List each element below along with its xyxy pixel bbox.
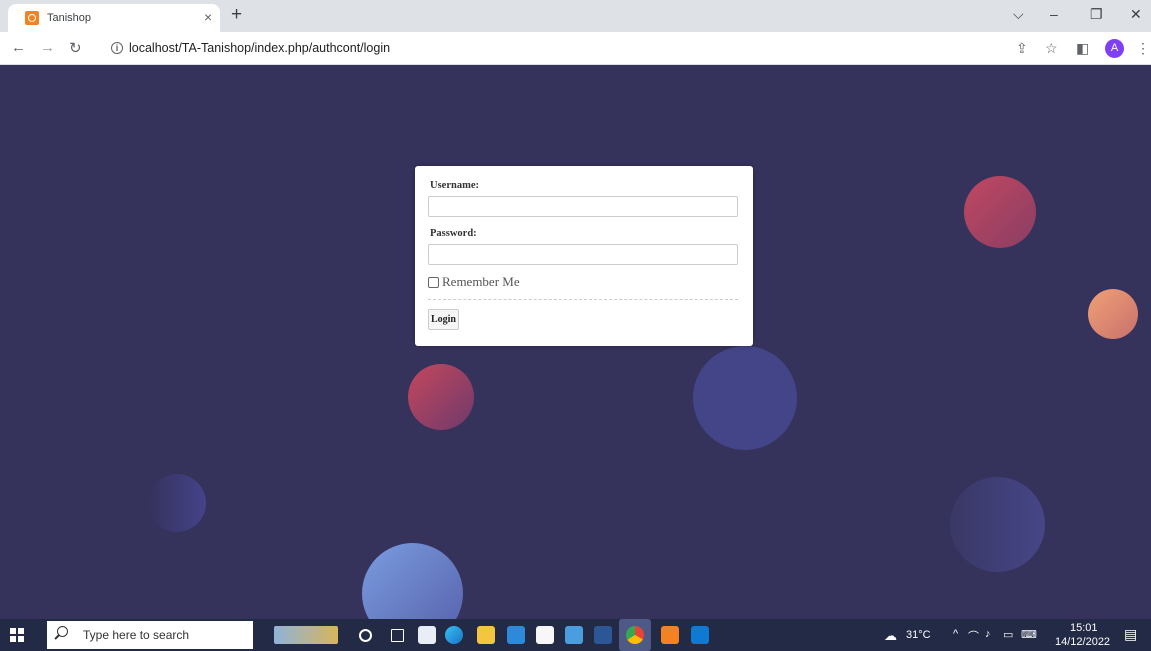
tab-search-icon[interactable]: ⌵ — [1013, 6, 1024, 23]
reload-icon[interactable]: ↻ — [69, 39, 82, 57]
browser-toolbar: ← → ↻ i localhost/TA-Tanishop/index.php/… — [0, 32, 1151, 65]
word-icon[interactable] — [594, 626, 612, 644]
close-window-button[interactable]: ✕ — [1130, 6, 1142, 23]
taskbar-search-placeholder[interactable]: Type here to search — [83, 628, 189, 642]
url-text[interactable]: localhost/TA-Tanishop/index.php/authcont… — [129, 41, 390, 55]
profile-avatar[interactable]: A — [1105, 39, 1124, 58]
windows-start-icon[interactable] — [10, 628, 24, 642]
cortana-icon[interactable] — [359, 629, 372, 642]
tab-close-icon[interactable]: × — [204, 9, 212, 25]
menu-dots-icon[interactable]: ⋮ — [1136, 40, 1150, 57]
keyboard-icon[interactable]: ⌨ — [1021, 628, 1037, 641]
windows-taskbar: Type here to search ☁ 31°C ^ ⌒ ♪ ▭ ⌨ 15:… — [0, 619, 1151, 651]
login-button[interactable]: Login — [428, 309, 459, 330]
clock-date[interactable]: 14/12/2022 — [1055, 636, 1110, 648]
decorative-circle — [950, 477, 1045, 572]
decorative-circle — [964, 176, 1036, 248]
xampp-icon[interactable] — [661, 626, 679, 644]
decorative-circle — [1088, 289, 1138, 339]
restore-button[interactable]: ❐ — [1090, 6, 1103, 23]
search-highlight-icon[interactable] — [274, 626, 338, 644]
tab-title: Tanishop — [47, 12, 92, 24]
username-label: Username: — [430, 180, 479, 191]
clock-time[interactable]: 15:01 — [1070, 622, 1098, 634]
chrome-active-slot[interactable] — [619, 619, 651, 651]
wifi-icon[interactable]: ⌒ — [968, 628, 979, 644]
browser-tab-strip: Tanishop × + ⌵ – ❐ ✕ — [0, 0, 1151, 32]
decorative-circle — [148, 474, 206, 532]
username-input[interactable] — [428, 196, 738, 217]
password-label: Password: — [430, 228, 477, 239]
remember-me-checkbox[interactable] — [428, 276, 439, 288]
remember-me-row[interactable]: Remember Me — [428, 274, 520, 290]
vscode-icon[interactable] — [691, 626, 709, 644]
weather-cloud-icon[interactable]: ☁ — [884, 628, 897, 644]
remember-me-label[interactable]: Remember Me — [442, 274, 520, 290]
password-input[interactable] — [428, 244, 738, 265]
decorative-circle — [693, 346, 797, 450]
bookmark-star-icon[interactable]: ☆ — [1045, 40, 1058, 57]
address-bar[interactable]: i localhost/TA-Tanishop/index.php/authco… — [99, 36, 999, 61]
decorative-circle — [408, 364, 474, 430]
login-form: Username: Password: Remember Me Login — [415, 166, 753, 346]
battery-icon[interactable]: ▭ — [1003, 628, 1013, 641]
chevron-up-icon[interactable]: ^ — [953, 628, 958, 640]
new-tab-button[interactable]: + — [231, 4, 242, 26]
tab-tanishop[interactable]: Tanishop × — [8, 4, 220, 32]
form-divider — [428, 299, 738, 300]
edge-browser-icon[interactable] — [445, 626, 463, 644]
notepad-icon[interactable] — [418, 626, 436, 644]
chrome-icon — [626, 626, 644, 644]
task-view-icon[interactable] — [391, 629, 404, 642]
volume-icon[interactable]: ♪ — [985, 628, 991, 640]
notifications-icon[interactable]: ▤ — [1124, 626, 1137, 643]
photos-icon[interactable] — [565, 626, 583, 644]
forward-arrow-icon[interactable]: → — [40, 39, 55, 56]
weather-temp[interactable]: 31°C — [906, 629, 931, 641]
side-panel-icon[interactable]: ◧ — [1076, 40, 1089, 57]
back-arrow-icon[interactable]: ← — [11, 39, 26, 56]
microsoft-store-icon[interactable] — [536, 626, 554, 644]
search-icon — [57, 626, 68, 637]
file-explorer-icon[interactable] — [477, 626, 495, 644]
taskbar-search-box[interactable]: Type here to search — [47, 621, 253, 649]
mail-icon[interactable] — [507, 626, 525, 644]
xampp-favicon-icon — [25, 11, 39, 25]
decorative-circle — [362, 543, 463, 619]
login-page: Username: Password: Remember Me Login — [0, 66, 1151, 619]
minimize-button[interactable]: – — [1050, 6, 1058, 22]
site-info-icon[interactable]: i — [111, 42, 123, 54]
share-icon[interactable]: ⇪ — [1016, 40, 1028, 57]
